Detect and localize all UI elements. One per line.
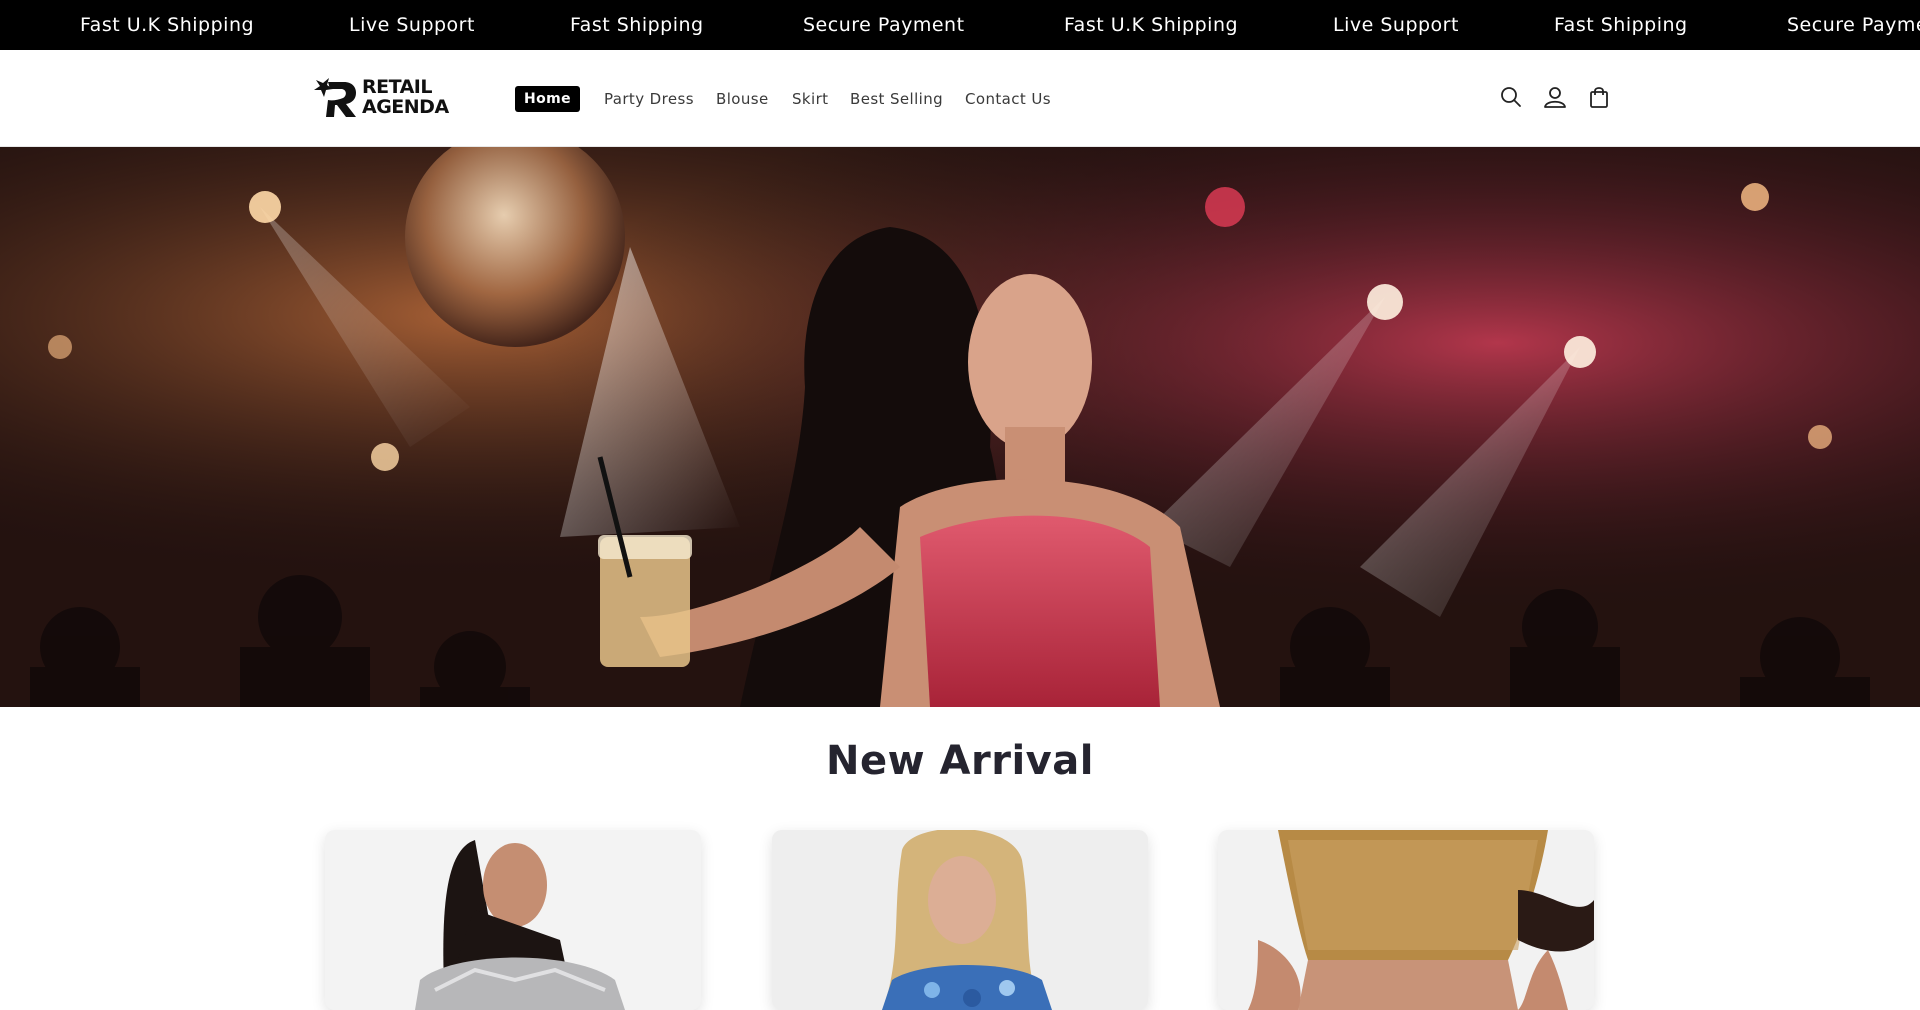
section-title: New Arrival — [826, 738, 1094, 784]
nav-skirt[interactable]: Skirt — [792, 86, 828, 112]
hero-image — [0, 147, 1920, 707]
announcement-item: Live Support — [1333, 14, 1459, 36]
announcement-item: Fast Shipping — [570, 14, 704, 36]
announcement-item: Secure Payment — [1787, 14, 1920, 36]
announcement-item: Secure Payment — [803, 14, 965, 36]
product-image — [772, 830, 1148, 1010]
account-icon[interactable] — [1542, 84, 1568, 110]
logo-r-icon — [314, 78, 356, 117]
announcement-item: Fast U.K Shipping — [80, 14, 255, 36]
product-card[interactable] — [772, 830, 1148, 1010]
nav-party-dress[interactable]: Party Dress — [604, 86, 694, 112]
product-card[interactable] — [325, 830, 701, 1010]
search-icon[interactable] — [1498, 84, 1524, 110]
site-header: RETAIL AGENDA Home Party Dress Blouse Sk… — [0, 50, 1920, 147]
cart-icon[interactable] — [1586, 84, 1612, 110]
logo-line-2: AGENDA — [362, 96, 449, 118]
announcement-bar: Fast U.K Shipping Live Support Fast Ship… — [0, 0, 1920, 50]
nav-contact-us[interactable]: Contact Us — [965, 86, 1051, 112]
logo[interactable]: RETAIL AGENDA — [310, 72, 474, 122]
announcement-item: Live Support — [349, 14, 475, 36]
product-card[interactable] — [1218, 830, 1594, 1010]
nav-blouse[interactable]: Blouse — [716, 86, 769, 112]
nav-best-selling[interactable]: Best Selling — [850, 86, 943, 112]
logo-line-1: RETAIL — [362, 76, 432, 98]
announcement-item: Fast Shipping — [1554, 14, 1688, 36]
product-image — [325, 830, 701, 1010]
product-image — [1218, 830, 1594, 1010]
nav-home[interactable]: Home — [515, 86, 581, 112]
hero-banner[interactable] — [0, 147, 1920, 707]
announcement-item: Fast U.K Shipping — [1064, 14, 1239, 36]
